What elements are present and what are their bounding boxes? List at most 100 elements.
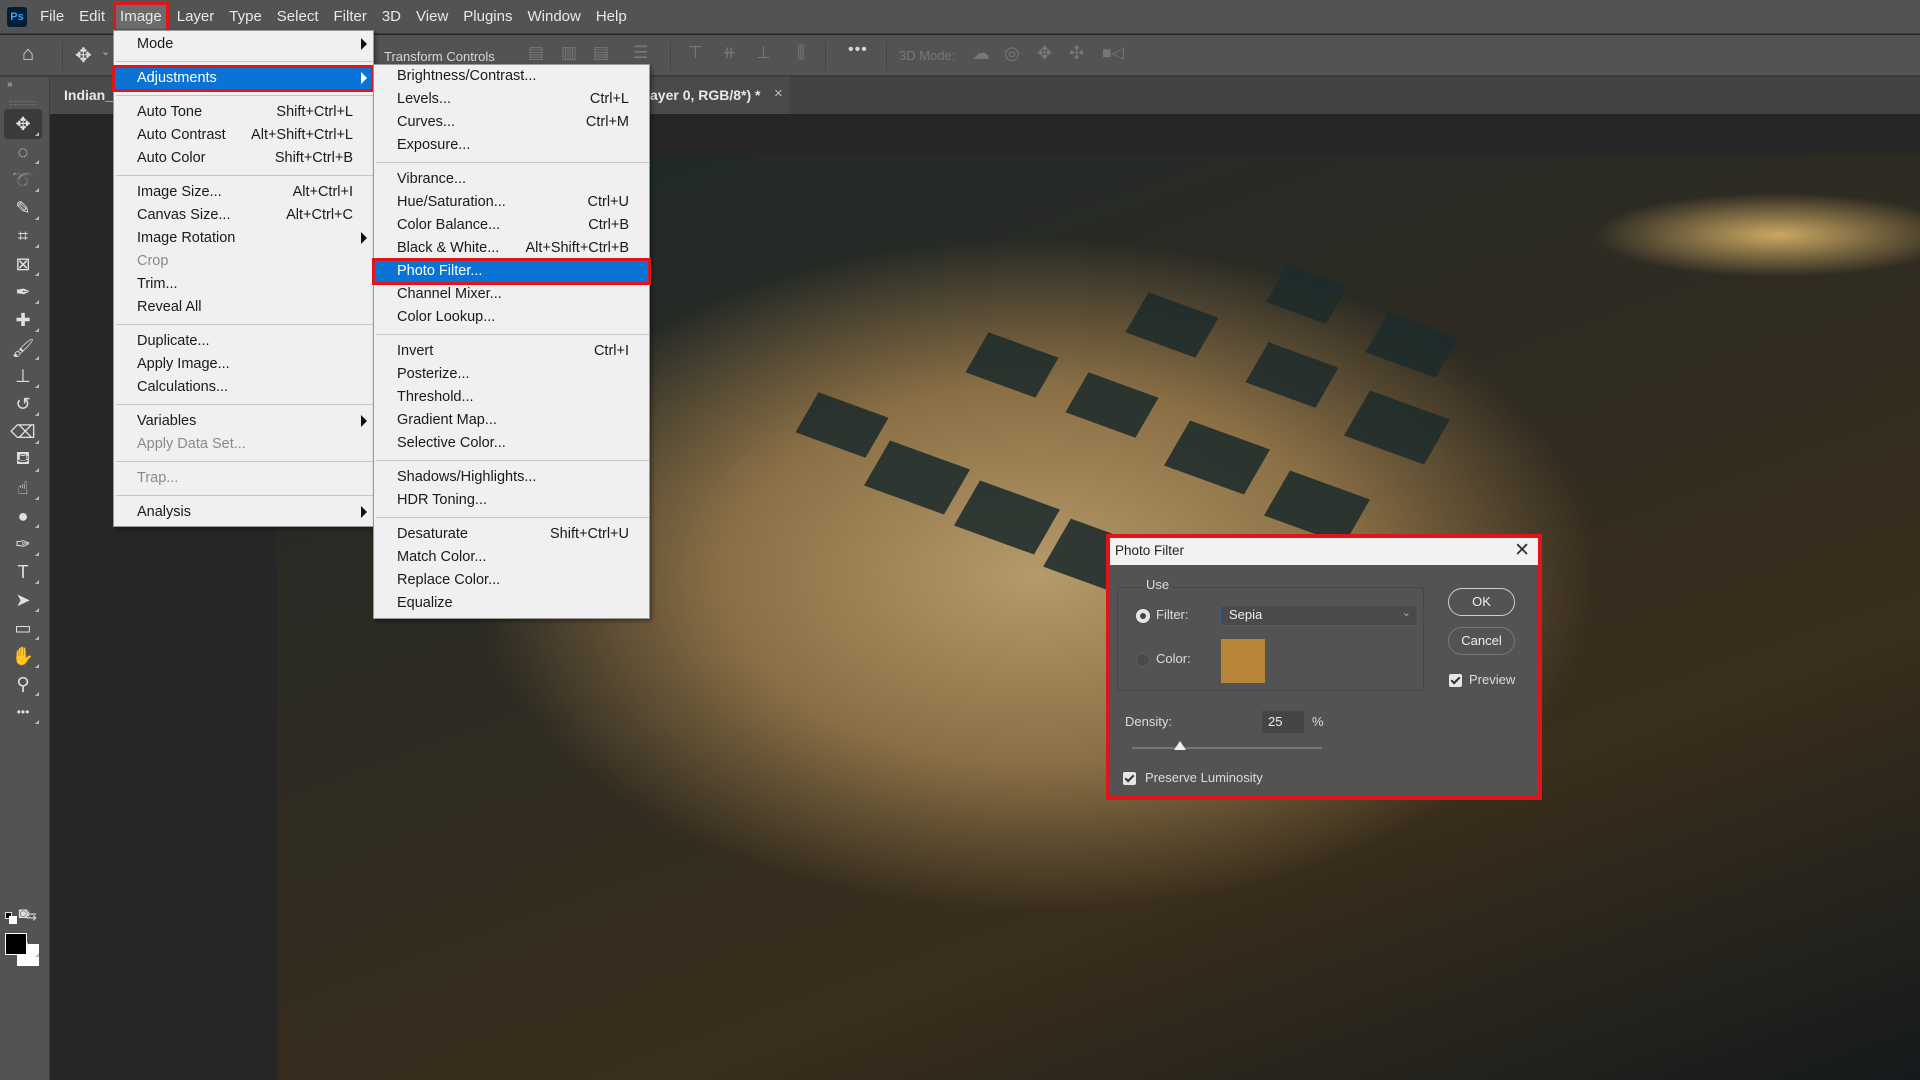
menu-item-photo-filter[interactable]: Photo Filter...	[372, 258, 651, 285]
paint-bucket-tool-icon[interactable]: ⛾	[4, 445, 42, 475]
align-right-icon[interactable]: ▤	[593, 43, 609, 63]
marquee-tool-icon[interactable]: ◌	[4, 137, 42, 167]
eyedropper-tool-icon[interactable]: ✒	[4, 277, 42, 307]
density-slider-track[interactable]	[1132, 747, 1322, 749]
menu-plugins[interactable]: Plugins	[457, 3, 518, 31]
color-swatch[interactable]	[1221, 639, 1265, 683]
menu-layer[interactable]: Layer	[171, 3, 221, 31]
menu-item-levels[interactable]: Levels... Ctrl+L	[374, 88, 649, 111]
pan-3d-icon[interactable]: ✥	[1037, 43, 1052, 64]
menu-item-exposure[interactable]: Exposure...	[374, 134, 649, 157]
density-slider-thumb[interactable]	[1173, 741, 1186, 750]
align-middle-v-icon[interactable]: ⧺	[722, 43, 736, 63]
menu-window[interactable]: Window	[521, 3, 586, 31]
panel-grip[interactable]	[10, 101, 36, 105]
menu-filter[interactable]: Filter	[328, 3, 373, 31]
distribute-h-icon[interactable]: ☰	[633, 43, 648, 63]
move-tool-icon[interactable]: ✥	[75, 43, 92, 68]
edit-toolbar-icon[interactable]: •••	[4, 697, 42, 727]
menu-item-channel-mixer[interactable]: Channel Mixer...	[374, 283, 649, 306]
menu-item-auto-tone[interactable]: Auto Tone Shift+Ctrl+L	[114, 101, 373, 124]
menu-item-match-color[interactable]: Match Color...	[374, 546, 649, 569]
clone-stamp-tool-icon[interactable]: ⊥	[4, 361, 42, 391]
menu-item-gradient-map[interactable]: Gradient Map...	[374, 409, 649, 432]
menu-3d[interactable]: 3D	[376, 3, 407, 31]
brush-tool-icon[interactable]: 🖌	[4, 333, 42, 363]
menu-item-color-lookup[interactable]: Color Lookup...	[374, 306, 649, 329]
menu-item-reveal-all[interactable]: Reveal All	[114, 296, 373, 319]
ok-button[interactable]: OK	[1448, 588, 1515, 616]
quick-mask-icon[interactable]: ◙	[4, 898, 42, 928]
quick-selection-tool-icon[interactable]: ✎	[4, 193, 42, 223]
menu-item-color-balance[interactable]: Color Balance... Ctrl+B	[374, 214, 649, 237]
menu-item-replace-color[interactable]: Replace Color...	[374, 569, 649, 592]
rectangle-tool-icon[interactable]: ▭	[4, 613, 42, 643]
foreground-color-swatch[interactable]	[5, 933, 27, 955]
orbit-3d-icon[interactable]: ☁	[972, 43, 990, 64]
menu-item-equalize[interactable]: Equalize	[374, 592, 649, 615]
healing-brush-tool-icon[interactable]: ✚	[4, 305, 42, 335]
close-icon[interactable]: ✕	[1514, 539, 1530, 562]
density-input[interactable]: 25	[1262, 711, 1304, 733]
menu-item-apply-image[interactable]: Apply Image...	[114, 353, 373, 376]
dialog-titlebar[interactable]: Photo Filter ✕	[1110, 538, 1538, 565]
menu-item-canvas-size[interactable]: Canvas Size... Alt+Ctrl+C	[114, 204, 373, 227]
more-icon[interactable]: •••	[848, 41, 868, 59]
transform-controls-label[interactable]: Transform Controls	[384, 49, 495, 64]
align-center-h-icon[interactable]: ▥	[561, 43, 577, 63]
menu-item-vibrance[interactable]: Vibrance...	[374, 168, 649, 191]
menu-view[interactable]: View	[410, 3, 454, 31]
menu-item-calculations[interactable]: Calculations...	[114, 376, 373, 399]
eraser-tool-icon[interactable]: ⌫	[4, 417, 42, 447]
menu-item-hue-saturation[interactable]: Hue/Saturation... Ctrl+U	[374, 191, 649, 214]
distribute-v-icon[interactable]: ⫼	[797, 43, 805, 63]
menu-item-posterize[interactable]: Posterize...	[374, 363, 649, 386]
preserve-luminosity-checkbox[interactable]	[1123, 772, 1136, 785]
menu-file[interactable]: File	[34, 3, 70, 31]
menu-item-variables[interactable]: Variables	[114, 410, 373, 433]
path-selection-tool-icon[interactable]: ➤	[4, 585, 42, 615]
cancel-button[interactable]: Cancel	[1448, 627, 1515, 655]
collapse-panel-icon[interactable]: »	[7, 79, 13, 90]
menu-item-curves[interactable]: Curves... Ctrl+M	[374, 111, 649, 134]
menu-item-brightness-contrast[interactable]: Brightness/Contrast...	[374, 65, 649, 88]
menu-item-black-white[interactable]: Black & White... Alt+Shift+Ctrl+B	[374, 237, 649, 260]
filter-radio[interactable]	[1136, 609, 1150, 623]
menu-edit[interactable]: Edit	[73, 3, 111, 31]
roll-3d-icon[interactable]: ◎	[1004, 43, 1020, 64]
menu-item-auto-color[interactable]: Auto Color Shift+Ctrl+B	[114, 147, 373, 170]
hand-tool-icon[interactable]: ✋	[4, 641, 42, 671]
crop-tool-icon[interactable]: ⌗	[4, 221, 42, 251]
menu-help[interactable]: Help	[590, 3, 633, 31]
move-tool-icon[interactable]: ✥	[4, 109, 42, 139]
slide-3d-icon[interactable]: ✣	[1069, 43, 1084, 64]
home-icon[interactable]: ⌂	[22, 43, 34, 66]
menu-item-duplicate[interactable]: Duplicate...	[114, 330, 373, 353]
menu-image[interactable]: Image	[113, 1, 169, 32]
menu-select[interactable]: Select	[271, 3, 325, 31]
menu-item-adjustments[interactable]: Adjustments	[112, 65, 375, 92]
menu-item-desaturate[interactable]: Desaturate Shift+Ctrl+U	[374, 523, 649, 546]
menu-item-threshold[interactable]: Threshold...	[374, 386, 649, 409]
video-camera-3d-icon[interactable]: ■◁	[1102, 43, 1124, 63]
align-left-icon[interactable]: ▤	[528, 43, 544, 63]
lasso-tool-icon[interactable]: ➰	[4, 165, 42, 195]
menu-item-image-rotation[interactable]: Image Rotation	[114, 227, 373, 250]
menu-item-image-size[interactable]: Image Size... Alt+Ctrl+I	[114, 181, 373, 204]
menu-item-analysis[interactable]: Analysis	[114, 501, 373, 524]
close-tab-icon[interactable]: ×	[774, 85, 783, 102]
menu-item-mode[interactable]: Mode	[114, 33, 373, 56]
frame-tool-icon[interactable]: ⊠	[4, 249, 42, 279]
menu-item-selective-color[interactable]: Selective Color...	[374, 432, 649, 455]
history-brush-tool-icon[interactable]: ↺	[4, 389, 42, 419]
blur-tool-icon[interactable]: ☝	[4, 473, 42, 503]
zoom-tool-icon[interactable]: ⚲	[4, 669, 42, 699]
pen-tool-icon[interactable]: ✑	[4, 529, 42, 559]
align-bottom-icon[interactable]: ⊥	[756, 43, 771, 63]
align-top-icon[interactable]: ⊤	[688, 43, 703, 63]
filter-select[interactable]: Sepia ⌄	[1220, 605, 1418, 626]
chevron-down-icon[interactable]: ⌄	[101, 45, 110, 58]
menu-type[interactable]: Type	[223, 3, 268, 31]
menu-item-trim[interactable]: Trim...	[114, 273, 373, 296]
menu-item-hdr-toning[interactable]: HDR Toning...	[374, 489, 649, 512]
